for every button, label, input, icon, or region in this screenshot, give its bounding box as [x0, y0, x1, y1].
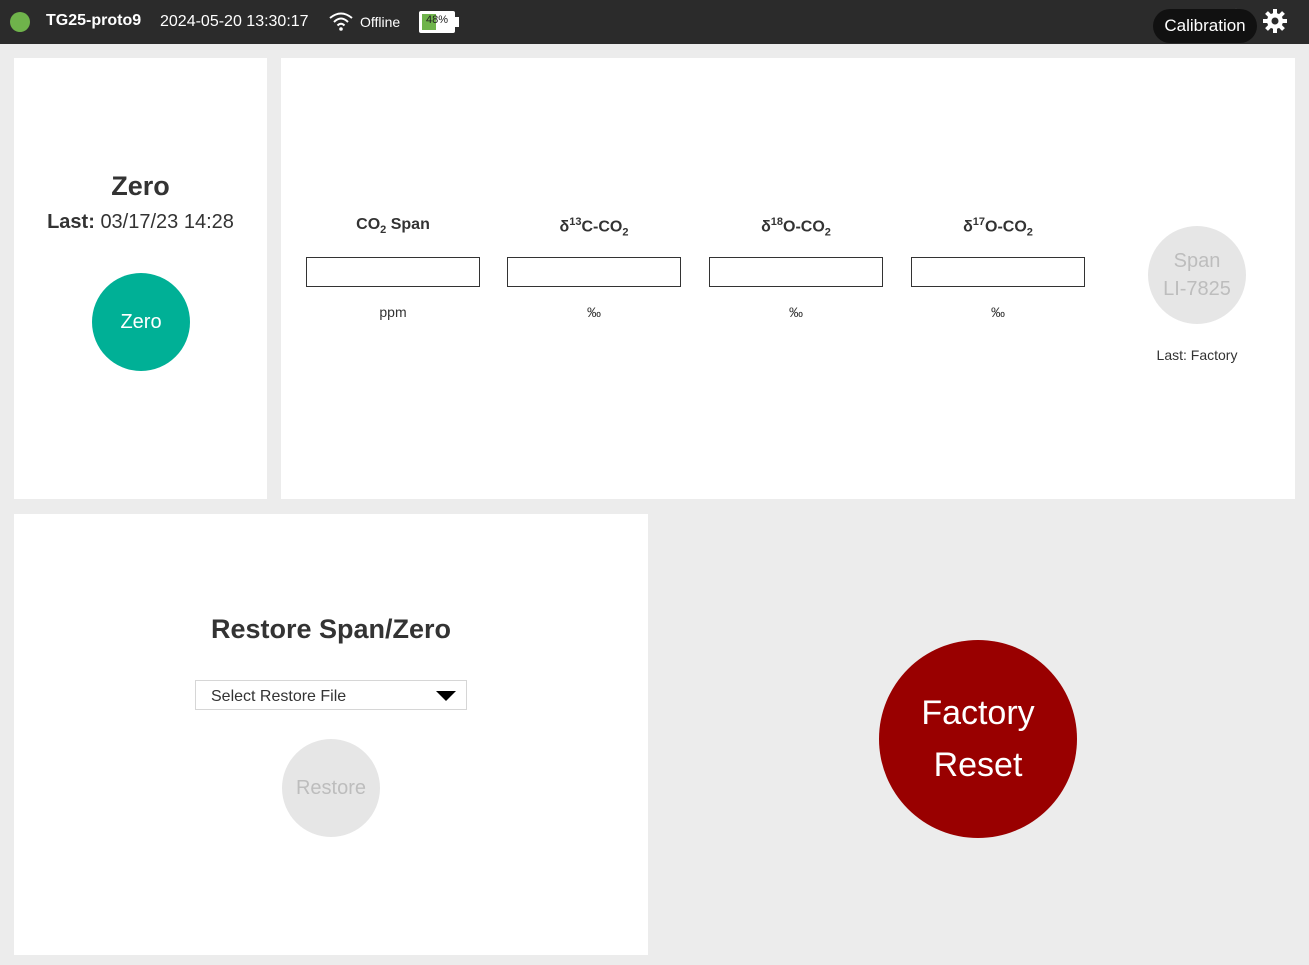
d18o-input[interactable] — [709, 257, 883, 287]
d18o-unit: ‰ — [789, 304, 803, 320]
zero-last-value: 03/17/23 14:28 — [100, 211, 234, 233]
network-status: Offline — [360, 14, 401, 30]
restore-panel: Restore Span/Zero Select Restore File Re… — [14, 514, 648, 955]
battery-percent: 48% — [425, 14, 449, 26]
d13c-column: δ13C-CO2 ‰ — [507, 216, 681, 320]
span-button-line2: LI-7825 — [1163, 278, 1231, 300]
calibration-nav-button[interactable]: Calibration — [1153, 9, 1257, 43]
co2-span-label: CO2 Span — [356, 216, 430, 237]
span-last: Last: Factory — [1156, 347, 1238, 363]
chevron-down-icon — [436, 691, 456, 701]
zero-button[interactable]: Zero — [92, 273, 190, 371]
factory-reset-button[interactable]: Factory Reset — [879, 640, 1077, 838]
d17o-unit: ‰ — [991, 304, 1005, 320]
d13c-label: δ13C-CO2 — [559, 216, 629, 239]
datetime: 2024-05-20 13:30:17 — [160, 13, 309, 30]
d17o-label: δ17O-CO2 — [963, 216, 1033, 239]
factory-reset-line2: Reset — [933, 746, 1023, 784]
zero-last: Last: 03/17/23 14:28 — [14, 211, 267, 234]
device-name: TG25-proto9 — [46, 12, 142, 29]
d13c-input[interactable] — [507, 257, 681, 287]
zero-panel: Zero Last: 03/17/23 14:28 Zero — [14, 58, 267, 499]
co2-span-unit: ppm — [379, 304, 407, 320]
gear-icon[interactable] — [1262, 8, 1288, 34]
d17o-column: δ17O-CO2 ‰ — [911, 216, 1085, 320]
restore-title: Restore Span/Zero — [210, 614, 452, 644]
wifi-icon — [329, 12, 353, 31]
battery-nub — [455, 17, 459, 27]
co2-span-input[interactable] — [306, 257, 480, 287]
d18o-label: δ18O-CO2 — [761, 216, 831, 239]
d13c-unit: ‰ — [587, 304, 601, 320]
top-bar: TG25-proto9 2024-05-20 13:30:17 Offline … — [0, 0, 1309, 44]
span-panel: CO2 Span ppm δ13C-CO2 ‰ δ18O-CO2 ‰ δ17O-… — [281, 58, 1295, 499]
restore-button[interactable]: Restore — [282, 739, 380, 837]
span-button[interactable]: Span LI-7825 — [1148, 226, 1246, 324]
span-button-line1: Span — [1173, 250, 1221, 272]
co2-span-column: CO2 Span ppm — [306, 216, 480, 320]
d18o-column: δ18O-CO2 ‰ — [709, 216, 883, 320]
connection-status-dot — [10, 12, 30, 32]
zero-title: Zero — [111, 171, 170, 201]
restore-select-placeholder: Select Restore File — [211, 688, 347, 705]
zero-last-label: Last: — [47, 211, 95, 233]
factory-reset-line1: Factory — [921, 694, 1035, 732]
d17o-input[interactable] — [911, 257, 1085, 287]
restore-file-select[interactable]: Select Restore File — [195, 680, 467, 710]
